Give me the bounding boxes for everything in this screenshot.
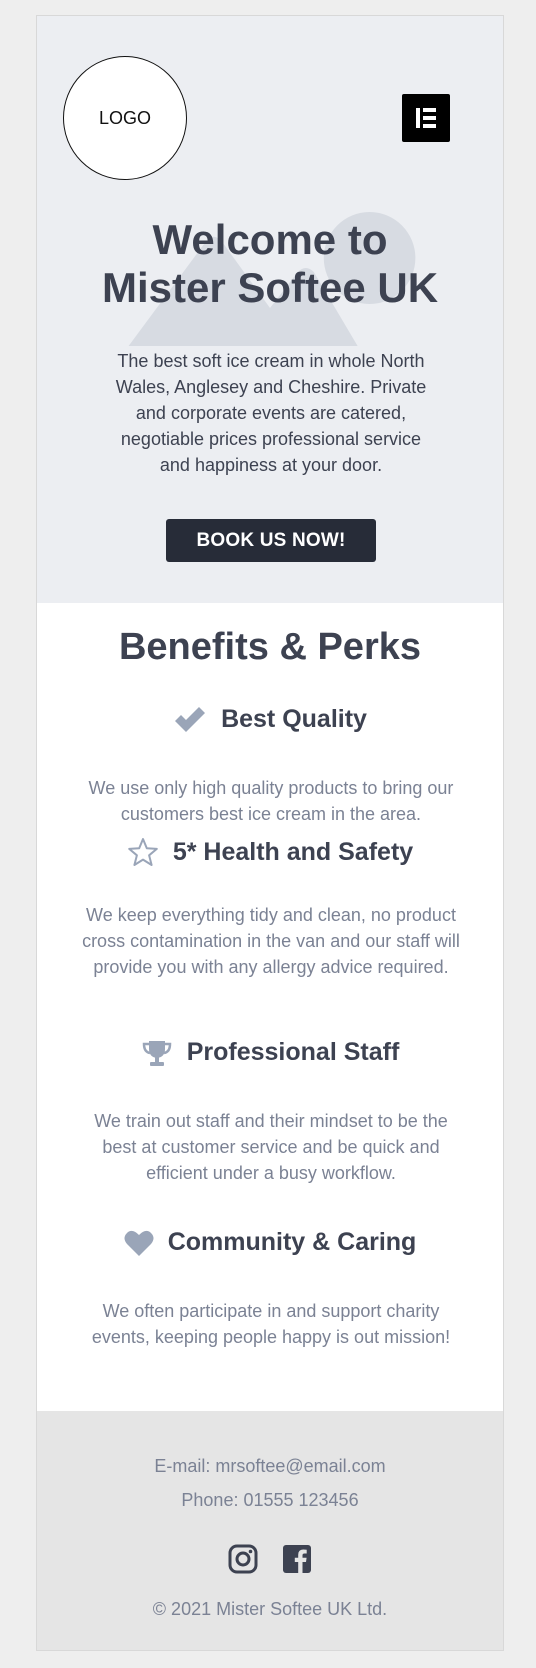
perk-title: Community & Caring	[167, 1228, 417, 1256]
hero-section: LOGO Welcome to Mister Softee UK The bes…	[37, 16, 503, 603]
hero-title-line-2: Mister Softee UK	[101, 264, 439, 311]
perk-text: We often participate in and support char…	[91, 1301, 451, 1347]
facebook-link[interactable]	[281, 1543, 313, 1575]
footer-phone[interactable]: Phone: 01555 123456	[37, 1490, 503, 1511]
elementor-icon[interactable]	[402, 94, 450, 142]
perk-text: We use only high quality products to bri…	[88, 778, 454, 824]
heart-icon	[124, 1230, 154, 1256]
hero-description: The best soft ice cream in whole North W…	[115, 351, 427, 475]
star-icon	[128, 838, 158, 866]
perk-title: 5* Health and Safety	[172, 837, 414, 866]
perk-health-safety: 5* Health and Safety	[37, 837, 503, 867]
footer-email[interactable]: E-mail: mrsoftee@email.com	[37, 1456, 503, 1477]
instagram-link[interactable]	[227, 1543, 259, 1575]
social-links	[37, 1543, 503, 1575]
footer-copyright: © 2021 Mister Softee UK Ltd.	[152, 1599, 388, 1619]
logo-text: LOGO	[98, 107, 151, 128]
perk-title: Best Quality	[221, 705, 367, 733]
hero-title-line-1: Welcome to	[152, 216, 388, 263]
check-icon	[175, 706, 206, 732]
perk-text: We keep everything tidy and clean, no pr…	[82, 905, 460, 977]
perk-community-caring: Community & Caring	[37, 1228, 503, 1257]
footer: E-mail: mrsoftee@email.com Phone: 01555 …	[37, 1411, 503, 1650]
book-us-now-button[interactable]: BOOK US NOW!	[166, 519, 376, 562]
benefits-section: Benefits & Perks Best Quality We use onl…	[37, 603, 503, 1411]
hero-title: Welcome to Mister Softee UK	[37, 216, 503, 312]
perk-title: Professional Staff	[186, 1038, 400, 1066]
page: LOGO Welcome to Mister Softee UK The bes…	[36, 15, 504, 1651]
elementor-glyph	[416, 108, 436, 128]
benefits-title: Benefits & Perks	[118, 626, 421, 668]
perk-professional-staff: Professional Staff	[37, 1038, 503, 1067]
perk-best-quality: Best Quality	[37, 705, 503, 734]
facebook-icon	[283, 1545, 311, 1573]
logo[interactable]: LOGO	[63, 56, 187, 180]
trophy-icon	[142, 1040, 171, 1066]
perk-text: We train out staff and their mindset to …	[94, 1111, 448, 1183]
instagram-icon	[228, 1544, 258, 1574]
